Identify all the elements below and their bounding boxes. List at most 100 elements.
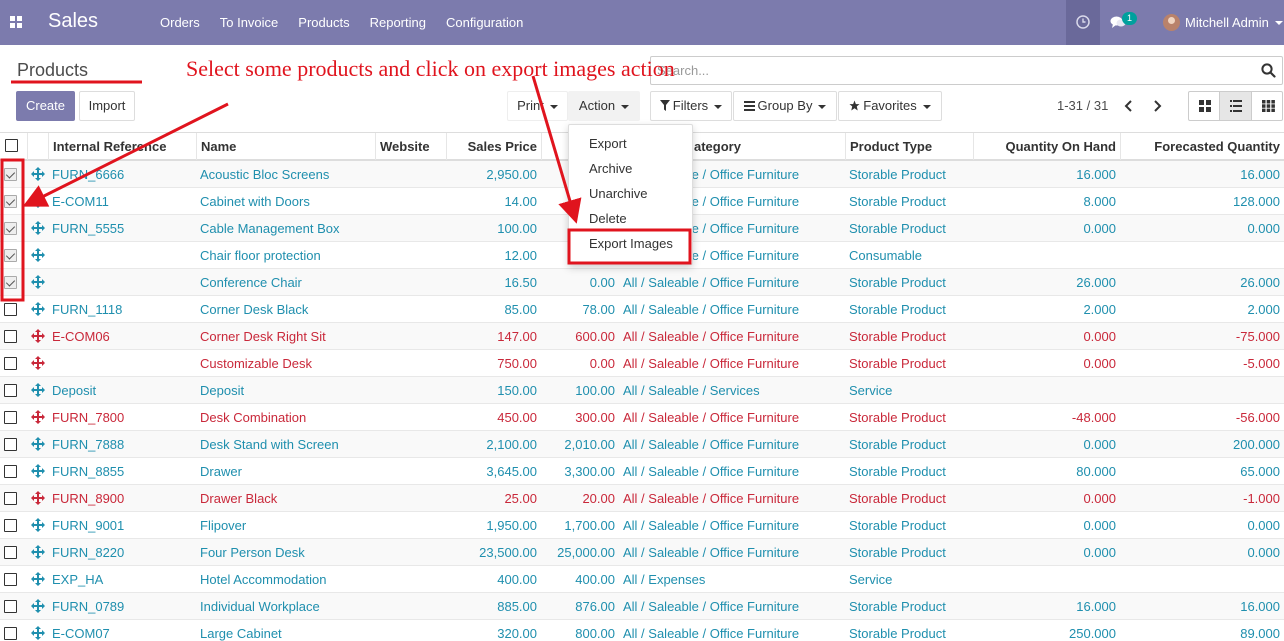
cell-quantity-on-hand: [973, 377, 1120, 404]
import-button[interactable]: Import: [79, 91, 135, 121]
column-forecasted-quantity[interactable]: Forecasted Quantity: [1120, 133, 1284, 160]
row-select-checkbox[interactable]: [4, 411, 17, 424]
user-menu-name[interactable]: Mitchell Admin: [1185, 15, 1269, 30]
column-sales-price[interactable]: Sales Price: [446, 133, 541, 160]
pager-value[interactable]: 1-31 / 31: [1057, 98, 1108, 113]
drag-handle-icon[interactable]: [31, 248, 45, 262]
drag-handle-icon[interactable]: [31, 356, 45, 370]
table-row[interactable]: FURN_7800 Desk Combination 450.00 300.00 All…: [0, 404, 1284, 431]
drag-handle-icon[interactable]: [31, 464, 45, 478]
filters-button[interactable]: Filters: [650, 91, 732, 121]
row-select-checkbox[interactable]: [4, 195, 17, 208]
grid-view-button[interactable]: [1252, 92, 1282, 120]
drag-handle-icon[interactable]: [31, 194, 45, 208]
search-input[interactable]: [657, 63, 1217, 78]
table-row[interactable]: FURN_7888 Desk Stand with Screen 2,100.00 2…: [0, 431, 1284, 458]
column-internal-reference[interactable]: Internal Reference: [48, 133, 196, 160]
drag-handle-icon[interactable]: [31, 221, 45, 235]
row-select-checkbox[interactable]: [4, 357, 17, 370]
user-menu-caret-icon[interactable]: [1275, 21, 1283, 25]
row-select-checkbox[interactable]: [4, 168, 17, 181]
column-website[interactable]: Website: [375, 133, 446, 160]
cell-internal-reference: [48, 269, 196, 296]
search-icon[interactable]: [1261, 63, 1276, 78]
cell-sales-price: 85.00: [504, 302, 537, 317]
column-name[interactable]: Name: [196, 133, 375, 160]
action-dropdown-button[interactable]: Action: [568, 91, 640, 121]
favorites-button[interactable]: Favorites: [838, 91, 942, 121]
drag-handle-icon[interactable]: [31, 383, 45, 397]
menu-to-invoice[interactable]: To Invoice: [210, 0, 289, 45]
row-select-checkbox[interactable]: [4, 519, 17, 532]
row-select-checkbox[interactable]: [4, 627, 17, 640]
action-archive[interactable]: Archive: [589, 161, 632, 176]
create-button[interactable]: Create: [16, 91, 75, 121]
drag-handle-icon[interactable]: [31, 599, 45, 613]
action-unarchive[interactable]: Unarchive: [589, 186, 648, 201]
chevron-left-icon[interactable]: [1122, 96, 1136, 116]
table-row[interactable]: EXP_HA Hotel Accommodation 400.00 400.00 All…: [0, 566, 1284, 593]
row-select-checkbox[interactable]: [4, 222, 17, 235]
table-row[interactable]: Customizable Desk 750.00 0.00 All / Saleabl…: [0, 350, 1284, 377]
print-dropdown-button[interactable]: Print: [507, 91, 568, 121]
cell-name: Desk Combination: [200, 410, 307, 425]
row-select-checkbox[interactable]: [4, 492, 17, 505]
table-row[interactable]: FURN_8855 Drawer 3,645.00 3,300.00 All / Sal…: [0, 458, 1284, 485]
drag-handle-icon[interactable]: [31, 572, 45, 586]
drag-handle-icon[interactable]: [31, 545, 45, 559]
table-row[interactable]: FURN_9001 Flipover 1,950.00 1,700.00 All / S…: [0, 512, 1284, 539]
menu-products[interactable]: Products: [288, 0, 359, 45]
table-row[interactable]: Conference Chair 16.50 0.00 All / Saleable …: [0, 269, 1284, 296]
action-export-images[interactable]: Export Images: [589, 236, 673, 251]
search-box[interactable]: [650, 56, 1283, 85]
drag-handle-icon[interactable]: [31, 410, 45, 424]
group-by-button[interactable]: Group By: [733, 91, 837, 121]
row-select-checkbox[interactable]: [4, 438, 17, 451]
drag-handle-icon[interactable]: [31, 626, 45, 640]
cell-name: Drawer: [200, 464, 242, 479]
menu-reporting[interactable]: Reporting: [360, 0, 436, 45]
user-avatar[interactable]: [1163, 14, 1180, 31]
row-select-checkbox[interactable]: [4, 465, 17, 478]
drag-handle-icon[interactable]: [31, 275, 45, 289]
activity-clock-button[interactable]: [1066, 0, 1100, 45]
cell-internal-reference: E-COM11: [52, 194, 109, 209]
row-select-checkbox[interactable]: [4, 546, 17, 559]
drag-handle-icon[interactable]: [31, 491, 45, 505]
list-view-button[interactable]: [1220, 92, 1252, 120]
drag-handle-icon[interactable]: [31, 437, 45, 451]
cell-product-type: Storable Product: [849, 518, 946, 533]
table-row[interactable]: E-COM06 Corner Desk Right Sit 147.00 600.00…: [0, 323, 1284, 350]
row-select-checkbox[interactable]: [4, 330, 17, 343]
table-row[interactable]: FURN_1118 Corner Desk Black 85.00 78.00 All …: [0, 296, 1284, 323]
row-select-checkbox[interactable]: [4, 249, 17, 262]
table-row[interactable]: E-COM07 Large Cabinet 320.00 800.00 All / Sa…: [0, 620, 1284, 641]
menu-configuration[interactable]: Configuration: [436, 0, 533, 45]
menu-orders[interactable]: Orders: [150, 0, 210, 45]
chevron-right-icon[interactable]: [1150, 96, 1164, 116]
cell-internal-reference: Deposit: [52, 383, 97, 398]
action-delete[interactable]: Delete: [589, 211, 627, 226]
row-select-checkbox[interactable]: [4, 384, 17, 397]
row-select-checkbox[interactable]: [4, 303, 17, 316]
apps-grid-icon[interactable]: [10, 16, 23, 29]
action-export[interactable]: Export: [589, 136, 627, 151]
table-row[interactable]: Deposit Deposit 150.00 100.00 All / Saleable…: [0, 377, 1284, 404]
drag-handle-icon[interactable]: [31, 167, 45, 181]
row-select-checkbox[interactable]: [4, 573, 17, 586]
row-select-checkbox[interactable]: [4, 276, 17, 289]
table-row[interactable]: FURN_0789 Individual Workplace 885.00 876.0…: [0, 593, 1284, 620]
select-all-checkbox[interactable]: [5, 139, 18, 152]
app-title[interactable]: Sales: [48, 10, 98, 33]
cell-quantity-on-hand: 2.000: [1083, 302, 1116, 317]
table-row[interactable]: FURN_8220 Four Person Desk 23,500.00 25,000…: [0, 539, 1284, 566]
drag-handle-icon[interactable]: [31, 518, 45, 532]
row-select-checkbox[interactable]: [4, 600, 17, 613]
drag-handle-icon[interactable]: [31, 329, 45, 343]
kanban-view-button[interactable]: [1189, 92, 1221, 120]
column-product-type[interactable]: Product Type: [845, 133, 973, 160]
cell-product-category: All / Expenses: [623, 572, 706, 587]
drag-handle-icon[interactable]: [31, 302, 45, 316]
table-row[interactable]: FURN_8900 Drawer Black 25.00 20.00 All / Sal…: [0, 485, 1284, 512]
column-quantity-on-hand[interactable]: Quantity On Hand: [973, 133, 1120, 160]
